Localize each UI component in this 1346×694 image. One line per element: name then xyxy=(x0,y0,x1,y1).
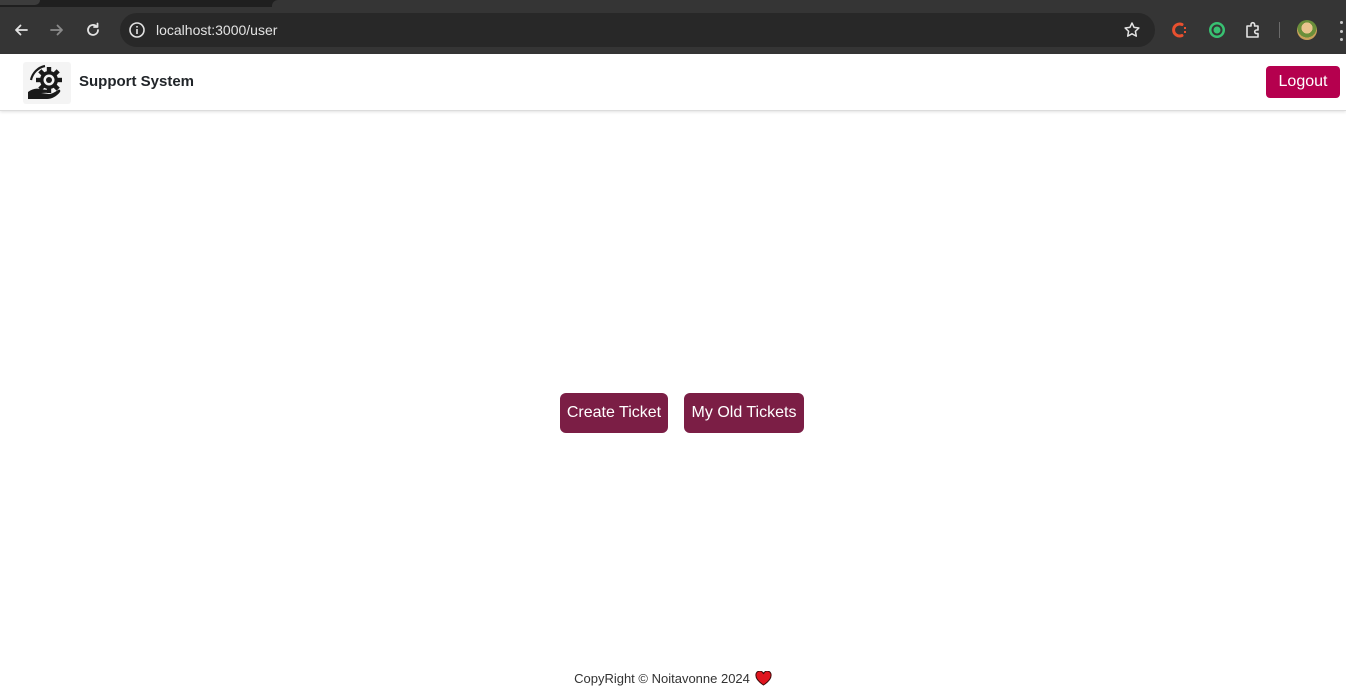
heart-icon xyxy=(755,670,772,686)
arrow-right-icon xyxy=(50,24,63,36)
profile-avatar[interactable] xyxy=(1297,20,1317,40)
gear-hand-icon[interactable] xyxy=(23,62,71,104)
reload-icon xyxy=(87,22,99,36)
footer: CopyRight © Noitavonne 2024 xyxy=(0,668,1346,688)
arrow-left-icon xyxy=(15,24,28,36)
brand-name[interactable]: Support System xyxy=(79,73,194,90)
target-extension-icon[interactable] xyxy=(1207,20,1227,40)
star-icon[interactable] xyxy=(1123,21,1141,39)
copyright-text: CopyRight © Noitavonne 2024 xyxy=(574,670,750,686)
my-old-tickets-button[interactable]: My Old Tickets xyxy=(684,393,804,433)
app-navbar: Support System Logout xyxy=(0,54,1346,111)
info-icon[interactable] xyxy=(128,21,146,39)
url-text[interactable]: localhost:3000/user xyxy=(156,22,277,38)
logout-button[interactable]: Logout xyxy=(1266,66,1340,98)
back-button[interactable] xyxy=(7,16,35,44)
kebab-menu-icon[interactable] xyxy=(1336,21,1346,41)
browser-tab[interactable] xyxy=(0,0,40,5)
forward-button[interactable] xyxy=(43,16,71,44)
reload-button[interactable] xyxy=(79,16,107,44)
tab-strip-background xyxy=(272,0,1346,7)
create-ticket-button[interactable]: Create Ticket xyxy=(560,393,668,433)
toolbar-separator xyxy=(1279,22,1280,38)
address-bar[interactable]: localhost:3000/user xyxy=(120,13,1155,47)
browser-toolbar: localhost:3000/user xyxy=(0,7,1346,54)
browser-tab-strip xyxy=(0,0,1346,7)
colorzilla-icon[interactable] xyxy=(1170,20,1190,40)
puzzle-icon[interactable] xyxy=(1243,20,1263,40)
